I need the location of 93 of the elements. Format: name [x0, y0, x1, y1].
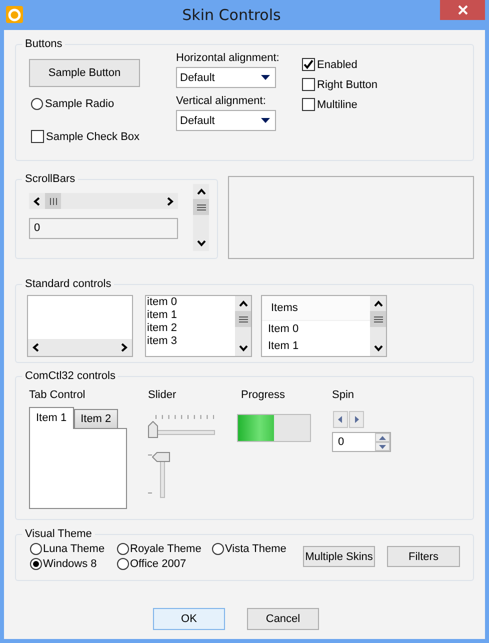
radio-label: Office 2007: [130, 558, 186, 570]
vertical-scrollbar[interactable]: [235, 296, 251, 356]
list-item[interactable]: Item 0: [262, 321, 370, 338]
window-title: Skin Controls: [181, 6, 282, 24]
radio-circle[interactable]: [31, 98, 43, 110]
chevron-left-icon[interactable]: [33, 196, 41, 206]
horizontal-scrollbar[interactable]: [28, 339, 132, 356]
radio-circle[interactable]: [30, 543, 42, 555]
vertical-alignment-dropdown[interactable]: Default: [176, 110, 276, 131]
value-field[interactable]: 0: [29, 218, 178, 239]
vertical-scrollbar[interactable]: [370, 296, 386, 356]
field-label: Vertical alignment:: [176, 94, 267, 108]
slider-label: Slider: [148, 389, 178, 401]
horizontal-scrollbar[interactable]: [29, 193, 178, 209]
grip-icon: [238, 316, 248, 322]
checkbox-label: Sample Check Box: [46, 130, 140, 142]
default-button[interactable]: OK: [153, 608, 225, 630]
close-button[interactable]: [440, 0, 485, 20]
checkbox-label: Multiline: [317, 98, 358, 110]
radio-label: Windows 8: [43, 558, 97, 570]
group-label: Standard controls: [24, 277, 112, 291]
field-label: Horizontal alignment:: [176, 51, 280, 65]
chevron-up-icon[interactable]: [374, 300, 382, 308]
list-item[interactable]: item 1: [146, 309, 235, 322]
radio-label: Sample Radio: [45, 98, 114, 110]
chevron-down-icon[interactable]: [196, 239, 206, 247]
scroll-thumb[interactable]: [193, 199, 209, 215]
tick-marks: [154, 415, 214, 420]
chevron-down-icon[interactable]: [374, 344, 382, 352]
app-icon: [6, 6, 23, 23]
spin-up-button[interactable]: [375, 433, 390, 442]
group-label: Buttons: [24, 37, 64, 51]
tab[interactable]: Item 1: [29, 407, 74, 429]
group-label: ScrollBars: [24, 172, 76, 186]
caret-icon: [261, 118, 270, 123]
chevron-right-icon[interactable]: [166, 196, 174, 206]
vertical-slider[interactable]: [148, 452, 172, 498]
checkbox[interactable]: [302, 78, 315, 91]
checkbox-label: Right Button: [317, 78, 378, 90]
spin-down-button[interactable]: [375, 442, 390, 451]
progress-label: Progress: [241, 389, 286, 401]
spin-right-button[interactable]: [349, 411, 364, 428]
grip-icon: [48, 198, 58, 204]
list-item[interactable]: item 3: [146, 335, 235, 348]
chevron-up-icon[interactable]: [238, 300, 248, 308]
radio-circle[interactable]: [117, 543, 129, 555]
checkbox-label: Enabled: [317, 58, 358, 70]
horizontal-slider[interactable]: [148, 415, 215, 439]
chevron-left-icon[interactable]: [32, 343, 40, 352]
chevron-right-icon[interactable]: [120, 343, 128, 352]
radio-label: Vista Theme: [225, 543, 286, 555]
grip-icon: [374, 316, 382, 322]
triangle-right-icon: [354, 416, 359, 423]
scroll-thumb[interactable]: [370, 311, 386, 327]
sample-radio[interactable]: Sample Radio: [31, 98, 176, 110]
group-label: ComCtl32 controls: [24, 369, 116, 383]
slider-thumb[interactable]: [152, 452, 170, 462]
radio-circle[interactable]: [30, 558, 42, 570]
vertical-scrollbar[interactable]: [193, 184, 209, 251]
checkbox[interactable]: [302, 98, 315, 111]
chevron-up-icon[interactable]: [196, 188, 206, 196]
radio-circle[interactable]: [117, 558, 129, 570]
theme-button[interactable]: Filters: [387, 546, 460, 567]
horizontal-alignment-dropdown[interactable]: Default: [176, 67, 276, 88]
close-icon: [458, 5, 468, 15]
caret-icon: [261, 75, 270, 80]
triangle-up-icon: [379, 436, 386, 440]
sample-button[interactable]: Sample Button: [29, 59, 140, 87]
checkbox[interactable]: [302, 58, 315, 71]
radio-circle[interactable]: [212, 543, 224, 555]
spin-left-button[interactable]: [333, 411, 348, 428]
list-item[interactable]: item 2: [146, 322, 235, 335]
tab[interactable]: Item 2: [74, 409, 118, 428]
list-item[interactable]: item 0: [146, 296, 235, 309]
triangle-down-icon: [379, 444, 386, 448]
group-label: Visual Theme: [24, 527, 93, 541]
column-header[interactable]: Items: [262, 296, 370, 321]
list-box[interactable]: item 0 item 1 item 2 item 3: [145, 295, 252, 357]
checkbox[interactable]: [31, 130, 44, 143]
triangle-left-icon: [338, 416, 343, 423]
radio-label: Luna Theme: [43, 543, 105, 555]
list-view[interactable]: Items Item 0 Item 1: [261, 295, 387, 357]
grip-icon: [196, 204, 206, 210]
chevron-down-icon[interactable]: [238, 344, 248, 352]
radio-label: Royale Theme: [130, 543, 202, 555]
dialog-button[interactable]: Cancel: [247, 608, 319, 630]
list-item[interactable]: Item 1: [262, 338, 370, 355]
scroll-thumb[interactable]: [235, 311, 251, 327]
theme-button[interactable]: Multiple Skins: [303, 546, 375, 567]
scroll-thumb[interactable]: [45, 193, 61, 209]
tab-control-label: Tab Control: [29, 389, 86, 401]
spin-label: Spin: [332, 389, 356, 401]
slider-thumb[interactable]: [148, 421, 158, 438]
